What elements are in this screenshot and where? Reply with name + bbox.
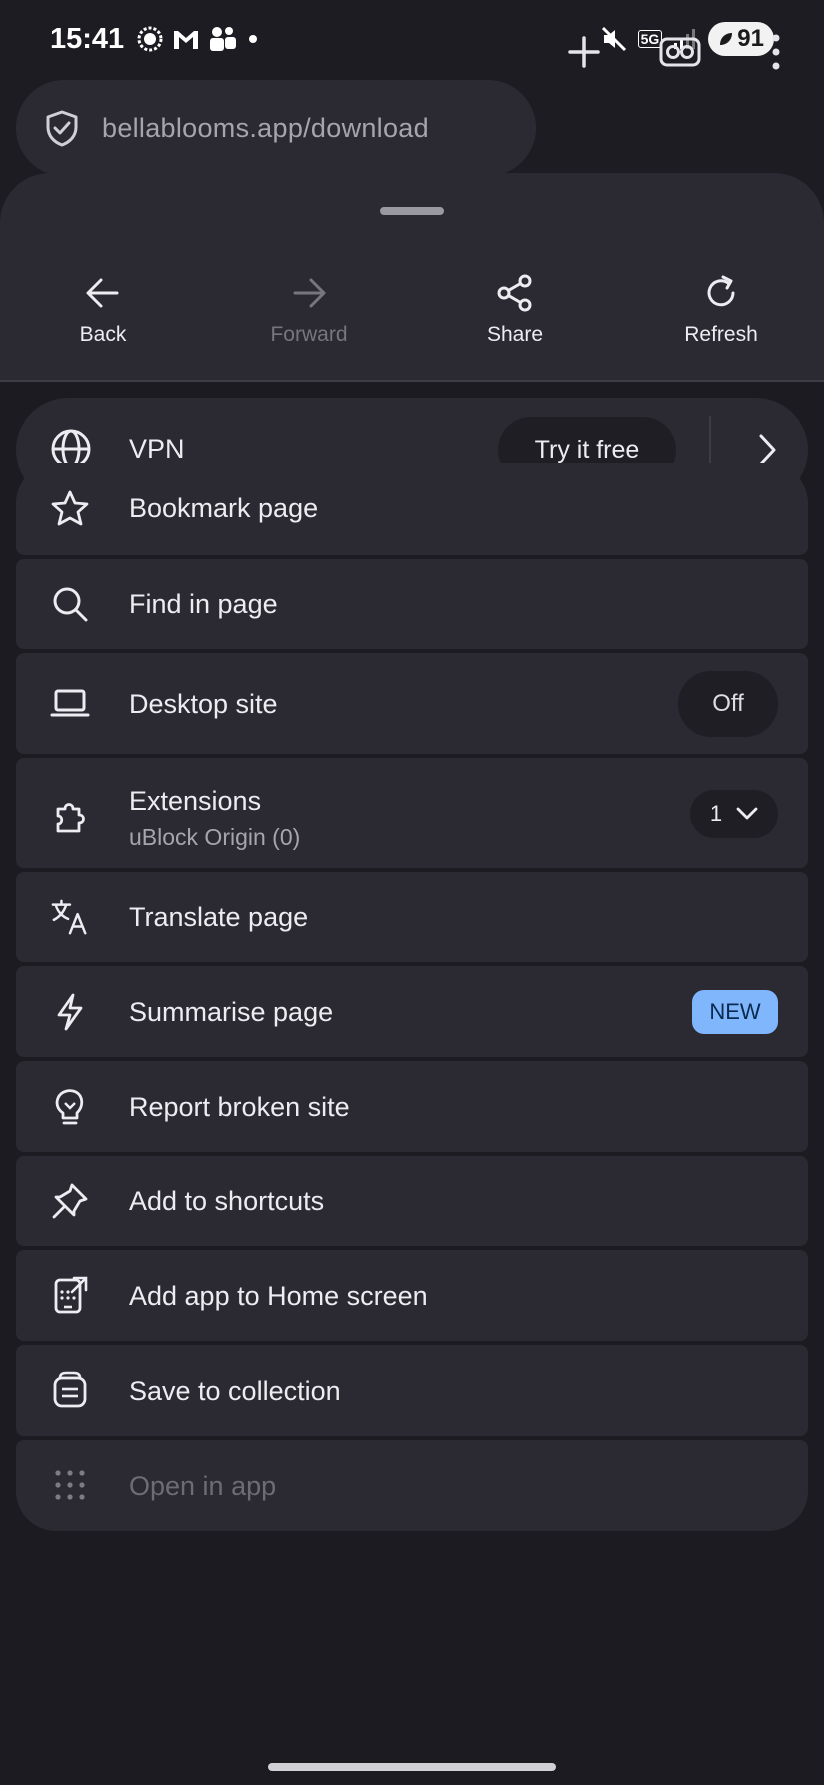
extensions-dropdown[interactable]: 1 xyxy=(690,790,778,838)
desktop-site-label: Desktop site xyxy=(129,689,278,719)
menu-item-open-in-app[interactable]: Open in app xyxy=(16,1440,808,1531)
status-time: 15:41 xyxy=(50,22,125,55)
new-tab-button[interactable] xyxy=(560,28,608,76)
star-icon xyxy=(50,489,90,529)
back-label: Back xyxy=(79,323,127,346)
extensions-label: Extensions xyxy=(129,786,262,816)
extensions-count: 1 xyxy=(709,801,723,826)
collection-icon xyxy=(50,1370,90,1410)
find-label: Find in page xyxy=(129,589,278,619)
leaf-icon xyxy=(720,33,733,45)
desktop-site-toggle[interactable]: Off xyxy=(678,671,778,737)
signal-app-icon xyxy=(137,26,163,52)
summarise-label: Summarise page xyxy=(129,997,334,1027)
url-text: bellablooms.app/download xyxy=(102,112,429,143)
private-tabs-button[interactable] xyxy=(656,28,704,76)
puzzle-icon xyxy=(50,795,90,835)
new-badge: NEW xyxy=(692,990,778,1034)
translate-label: Translate page xyxy=(129,902,309,932)
share-button[interactable]: Share xyxy=(412,273,618,393)
menu-item-find[interactable]: Find in page xyxy=(16,559,808,649)
more-vertical-icon xyxy=(772,34,780,70)
forward-label: Forward xyxy=(270,323,348,346)
search-icon xyxy=(50,584,90,624)
refresh-label: Refresh xyxy=(684,323,758,346)
add-to-home-icon xyxy=(50,1275,90,1315)
translate-icon xyxy=(50,897,90,937)
menu-item-report-broken-site[interactable]: Report broken site xyxy=(16,1061,808,1152)
menu-item-bookmark[interactable]: Bookmark page xyxy=(16,463,808,555)
refresh-icon xyxy=(707,275,735,307)
pin-icon xyxy=(50,1181,90,1221)
plus-icon xyxy=(568,36,600,68)
menu-item-desktop-site[interactable]: Desktop site Off xyxy=(16,653,808,754)
vpn-label: VPN xyxy=(129,434,185,464)
gmail-icon xyxy=(174,31,199,49)
more-menu-button[interactable] xyxy=(752,28,800,76)
dot-icon xyxy=(249,35,258,43)
teams-icon xyxy=(210,27,237,51)
notification-icons xyxy=(136,25,260,53)
back-button[interactable]: Back xyxy=(0,273,206,393)
lightning-icon xyxy=(50,992,90,1032)
forward-button[interactable]: Forward xyxy=(206,273,412,393)
home-indicator[interactable] xyxy=(268,1763,556,1771)
chevron-down-icon xyxy=(736,807,758,820)
url-bar[interactable]: bellablooms.app/download xyxy=(16,80,536,176)
menu-item-summarise[interactable]: Summarise page NEW xyxy=(16,966,808,1057)
menu-item-extensions[interactable]: Extensions uBlock Origin (0) 1 xyxy=(16,758,808,868)
menu-item-translate[interactable]: Translate page xyxy=(16,872,808,962)
arrow-right-icon xyxy=(293,278,326,308)
share-label: Share xyxy=(486,323,544,346)
add-to-shortcuts-label: Add to shortcuts xyxy=(129,1186,325,1216)
share-icon xyxy=(497,274,532,312)
report-broken-site-label: Report broken site xyxy=(129,1092,350,1122)
add-app-home-label: Add app to Home screen xyxy=(129,1281,428,1311)
menu-item-add-to-shortcuts[interactable]: Add to shortcuts xyxy=(16,1156,808,1246)
lightbulb-icon xyxy=(50,1086,90,1126)
extensions-sub-label: uBlock Origin (0) xyxy=(129,824,301,850)
navigation-row: Back Forward Share Refresh xyxy=(0,273,824,393)
menu-item-save-to-collection[interactable]: Save to collection xyxy=(16,1345,808,1436)
chevron-right-icon[interactable] xyxy=(757,433,777,467)
laptop-icon xyxy=(50,683,90,723)
menu-item-add-app-home[interactable]: Add app to Home screen xyxy=(16,1250,808,1341)
browser-toolbar: bellablooms.app/download xyxy=(0,78,824,178)
shield-icon[interactable] xyxy=(44,109,80,147)
drag-handle[interactable] xyxy=(380,207,444,215)
browser-menu-sheet: Back Forward Share Refresh VPN Try it fr… xyxy=(0,173,824,1785)
save-to-collection-label: Save to collection xyxy=(129,1376,341,1406)
open-in-app-label: Open in app xyxy=(129,1471,277,1501)
arrow-left-icon xyxy=(86,278,119,308)
private-mask-icon xyxy=(659,37,701,67)
refresh-button[interactable]: Refresh xyxy=(618,273,824,393)
bookmark-label: Bookmark page xyxy=(129,493,319,523)
grid-icon xyxy=(50,1465,90,1505)
